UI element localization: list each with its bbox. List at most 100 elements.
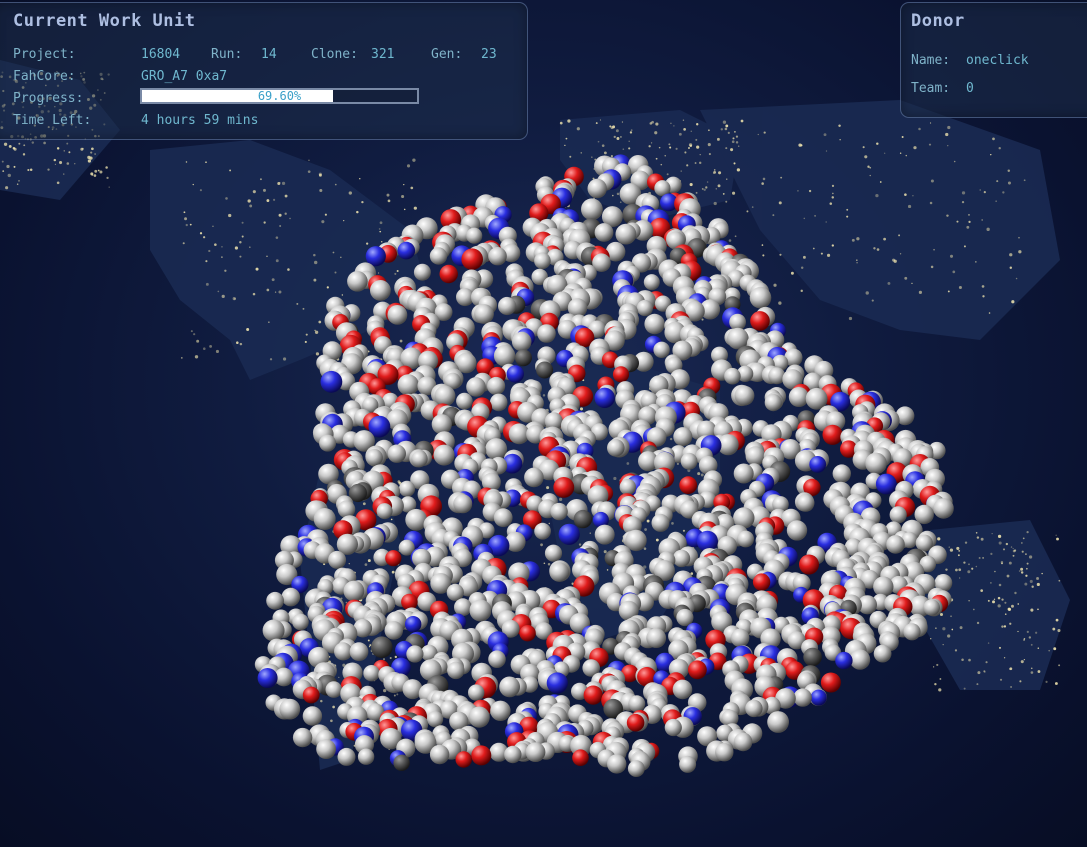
carbon-atom <box>607 754 627 774</box>
current-work-unit-panel: Current Work Unit Project: 16804 Run: 14… <box>0 2 528 140</box>
donor-team-value: 0 <box>966 81 974 96</box>
donor-name-value: oneclick <box>966 53 1029 68</box>
carbon-atom <box>337 500 356 519</box>
run-label: Run: <box>211 47 243 62</box>
carbon-atom <box>447 661 465 680</box>
carbon-atom <box>429 247 448 265</box>
donor-title: Donor <box>911 11 965 31</box>
carbon-atom <box>334 642 353 661</box>
carbon-atom <box>734 385 755 406</box>
carbon-atom <box>651 513 670 532</box>
time-left-label: Time Left: <box>13 113 92 128</box>
carbon-atom <box>371 636 393 658</box>
carbon-atom <box>865 452 887 475</box>
nitrogen-atom <box>810 689 827 706</box>
donor-name-label: Name: <box>911 53 951 68</box>
carbon-atom <box>279 698 301 720</box>
carbon-atom <box>619 478 636 496</box>
carbon-atom <box>849 649 871 670</box>
carbon-atom <box>504 745 522 764</box>
carbon-atom <box>886 535 905 554</box>
carbon-atom <box>393 754 410 771</box>
nitrogen-atom <box>506 365 524 383</box>
carbon-atom <box>737 530 754 548</box>
carbon-atom <box>365 449 383 467</box>
carbon-atom <box>490 700 511 721</box>
carbon-atom <box>524 467 544 488</box>
carbon-atom <box>434 385 456 407</box>
carbon-atom <box>573 509 593 529</box>
carbon-atom <box>281 587 301 607</box>
carbon-atom <box>376 503 393 520</box>
carbon-atom <box>474 304 494 324</box>
carbon-atom <box>786 520 808 541</box>
carbon-atom <box>488 650 506 668</box>
carbon-atom <box>796 494 815 512</box>
carbon-atom <box>302 706 323 726</box>
carbon-atom <box>347 271 368 292</box>
oxygen-atom <box>820 672 841 693</box>
carbon-atom <box>485 438 508 460</box>
nitrogen-atom <box>809 456 827 473</box>
clone-label: Clone: <box>311 47 358 62</box>
carbon-atom <box>933 498 954 519</box>
carbon-atom <box>328 550 347 569</box>
nitrogen-atom <box>594 387 615 408</box>
nitrogen-atom <box>320 370 343 393</box>
carbon-atom <box>873 644 892 663</box>
carbon-atom <box>487 376 506 396</box>
carbon-atom <box>749 286 772 309</box>
carbon-atom <box>468 684 485 701</box>
fah-viewer-canvas[interactable]: Current Work Unit Project: 16804 Run: 14… <box>0 0 1087 847</box>
carbon-atom <box>325 681 343 698</box>
carbon-atom <box>387 444 406 463</box>
carbon-atom <box>316 739 336 759</box>
carbon-atom <box>636 299 654 317</box>
carbon-atom <box>672 549 691 568</box>
carbon-atom <box>514 349 532 367</box>
carbon-atom <box>673 427 693 447</box>
nitrogen-atom <box>257 668 278 688</box>
oxygen-atom <box>302 686 320 704</box>
carbon-atom <box>730 628 750 648</box>
carbon-atom <box>832 464 851 483</box>
clone-value: 321 <box>371 47 395 62</box>
work-unit-title: Current Work Unit <box>13 11 196 31</box>
carbon-atom <box>664 718 682 737</box>
carbon-atom <box>594 223 614 242</box>
oxygen-atom <box>385 550 402 567</box>
carbon-atom <box>534 252 551 270</box>
progress-bar: 69.60% <box>140 88 419 104</box>
carbon-atom <box>889 506 907 524</box>
carbon-atom <box>534 522 551 540</box>
oxygen-atom <box>688 660 707 680</box>
oxygen-atom <box>679 476 698 495</box>
carbon-atom <box>453 494 473 514</box>
carbon-atom <box>398 480 416 497</box>
gen-value: 23 <box>481 47 497 62</box>
carbon-atom <box>466 377 486 397</box>
oxygen-atom <box>439 264 458 284</box>
oxygen-atom <box>822 424 843 445</box>
donor-panel: Donor Name: oneclick Team: 0 <box>900 2 1087 118</box>
carbon-atom <box>429 744 450 765</box>
carbon-atom <box>549 562 570 582</box>
carbon-atom <box>454 598 472 617</box>
carbon-atom <box>607 439 625 457</box>
carbon-atom <box>914 504 934 525</box>
time-left-value: 4 hours 59 mins <box>141 113 259 128</box>
carbon-atom <box>615 223 637 245</box>
carbon-atom <box>384 621 404 640</box>
nitrogen-atom <box>558 523 580 545</box>
carbon-atom <box>370 280 391 301</box>
donor-team-label: Team: <box>911 81 951 96</box>
carbon-atom <box>550 502 568 521</box>
oxygen-atom <box>455 751 472 768</box>
oxygen-atom <box>799 554 819 575</box>
carbon-atom <box>456 392 473 410</box>
carbon-atom <box>489 393 508 412</box>
oxygen-atom <box>626 713 645 732</box>
carbon-atom <box>446 583 464 602</box>
gen-label: Gen: <box>431 47 463 62</box>
carbon-atom <box>646 628 667 648</box>
